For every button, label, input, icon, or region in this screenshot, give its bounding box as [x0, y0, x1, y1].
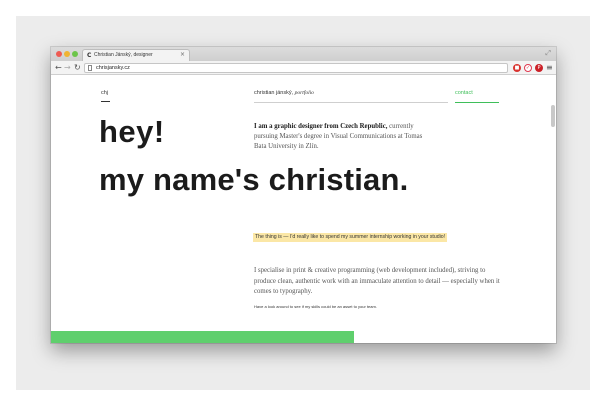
- internship-highlight: The thing is — I'd really like to spend …: [253, 233, 448, 242]
- browser-window: C Christian Jánský, designer × ⤢ ← → ↻ c…: [51, 47, 556, 343]
- green-footer-bar: [51, 331, 354, 343]
- back-icon[interactable]: ←: [55, 63, 62, 72]
- logo-underline: [101, 101, 110, 102]
- site-nav-title[interactable]: christian jánský, portfolio: [254, 90, 314, 96]
- favicon-icon: C: [87, 52, 92, 59]
- pocket-icon[interactable]: ✓: [524, 64, 532, 72]
- browser-toolbar: ← → ↻ chrisjansky.cz ■ ✓ P ≡: [51, 61, 556, 75]
- scrollbar[interactable]: [551, 105, 555, 127]
- close-window-button[interactable]: [56, 51, 62, 57]
- forward-icon[interactable]: →: [64, 63, 71, 72]
- minimize-window-button[interactable]: [64, 51, 70, 57]
- tab-title: Christian Jánský, designer: [94, 52, 153, 58]
- address-bar[interactable]: chrisjansky.cz: [84, 63, 508, 73]
- hamburger-menu-icon[interactable]: ≡: [546, 62, 553, 73]
- fullscreen-icon[interactable]: ⤢: [545, 50, 551, 57]
- contact-underline: [455, 102, 499, 103]
- contact-link[interactable]: contact: [455, 90, 473, 96]
- adblock-icon[interactable]: ■: [513, 64, 521, 72]
- maximize-window-button[interactable]: [72, 51, 78, 57]
- reload-icon[interactable]: ↻: [74, 63, 81, 72]
- specialty-paragraph: I specialise in print & creative program…: [254, 267, 500, 295]
- browser-tab[interactable]: C Christian Jánský, designer ×: [82, 49, 190, 61]
- url-text[interactable]: chrisjansky.cz: [96, 64, 130, 72]
- pinterest-icon[interactable]: P: [535, 64, 543, 72]
- intro-bold: I am a graphic designer from Czech Repub…: [254, 123, 388, 130]
- hero-greeting: hey!: [99, 114, 165, 149]
- intro-paragraph: I am a graphic designer from Czech Repub…: [254, 122, 424, 152]
- tab-close-icon[interactable]: ×: [180, 51, 185, 59]
- site-name: christian jánský,: [254, 90, 295, 96]
- site-name-suffix: portfolio: [294, 90, 314, 96]
- page-icon: [88, 65, 92, 71]
- footnote-text: Have a look around to see if my skills c…: [254, 304, 377, 309]
- nav-divider: [254, 102, 448, 103]
- site-logo[interactable]: chj: [101, 90, 108, 96]
- tab-strip: C Christian Jánský, designer × ⤢: [51, 47, 556, 61]
- page-content: chj christian jánský, portfolio contact …: [51, 75, 556, 343]
- hero-name: my name's christian.: [99, 162, 409, 197]
